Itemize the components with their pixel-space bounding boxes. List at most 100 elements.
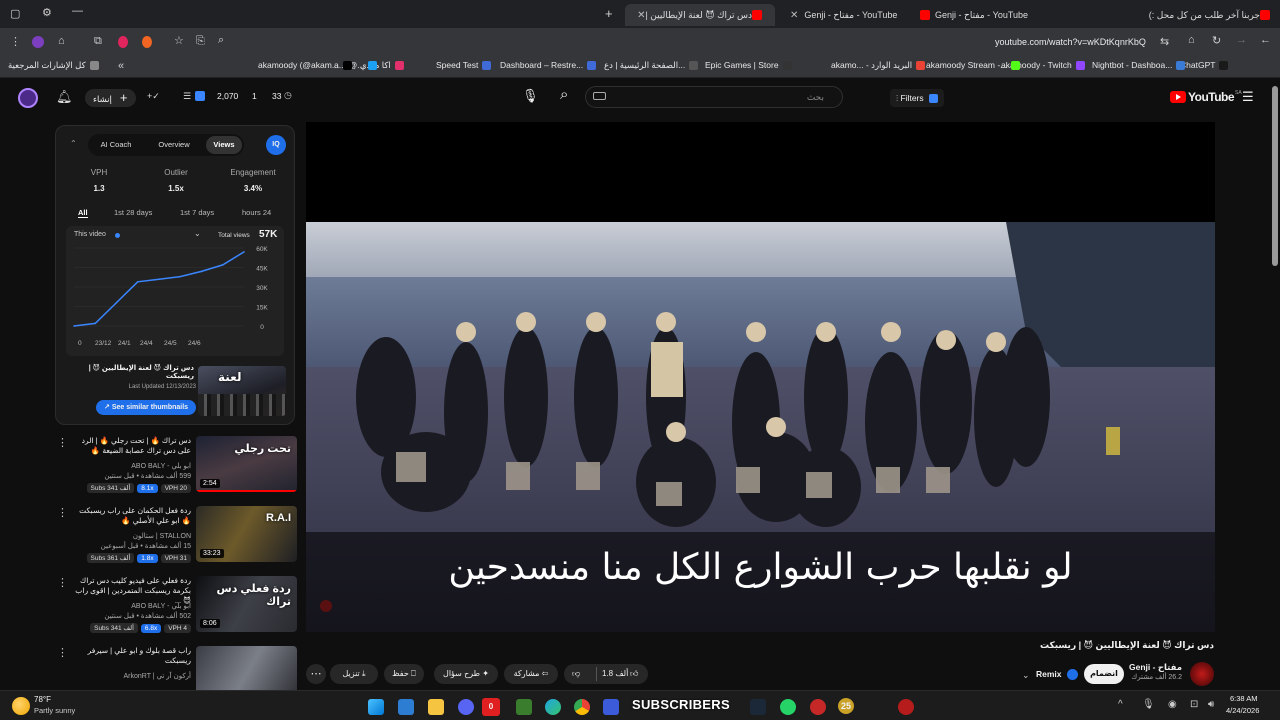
filter-28-days[interactable]: 1st 28 days: [114, 208, 152, 217]
home-icon[interactable]: ⌂: [1188, 34, 1195, 46]
channel-name[interactable]: ArkonRT | أركون آر تي: [71, 672, 192, 680]
menu-icon[interactable]: ☰: [1242, 89, 1254, 105]
window-icon[interactable]: ▢: [10, 7, 20, 20]
channel-name[interactable]: ABO BALY - ابو بلي: [71, 602, 191, 610]
tab-views[interactable]: Views: [206, 136, 242, 154]
clock-time[interactable]: 6:38 AM: [1230, 694, 1258, 703]
filters-button[interactable]: ⫶ Filters: [890, 89, 945, 107]
bookmark-item[interactable]: Epic Games | Store: [705, 60, 792, 70]
youtube-logo[interactable]: YouTube SA: [1170, 90, 1242, 104]
temperature[interactable]: 78°F: [34, 695, 51, 704]
bookmark-item[interactable]: الصفحة الرئيسية | دع...: [604, 60, 699, 71]
app-icon[interactable]: [603, 699, 619, 715]
tab-overview[interactable]: Overview: [146, 136, 202, 154]
video-title[interactable]: ردة فعل الحكمان على راب ريسبكت 🔥 ابو علي…: [71, 506, 191, 526]
minecraft-icon[interactable]: [516, 699, 532, 715]
scrollbar-thumb[interactable]: [1272, 86, 1278, 266]
bookmark-item[interactable]: akamo... - البريد الوارد: [831, 60, 926, 71]
volume-icon[interactable]: 🔊︎: [1208, 699, 1214, 710]
filter-all[interactable]: All: [78, 208, 88, 218]
bookmark-item[interactable]: akamoody (@akam...: [258, 60, 352, 70]
video-thumbnail[interactable]: R.A.I 33:23: [196, 506, 297, 562]
download-button[interactable]: تنزيل ⤓: [330, 664, 378, 684]
dislike-icon[interactable]: 👎︎: [572, 664, 580, 684]
video-thumbnail[interactable]: ردة فعلي دس تراك 8:06: [196, 576, 297, 632]
ask-button[interactable]: طرح سؤال ✦: [434, 664, 498, 684]
channel-name[interactable]: ستالون | STALLON: [71, 532, 191, 540]
create-button[interactable]: إنشاء +: [85, 89, 136, 107]
filter-24-hours[interactable]: hours 24: [242, 208, 271, 217]
video-title[interactable]: راب قصة بلوك و ابو علي | سيرفر ريسبكت: [71, 646, 191, 666]
more-icon[interactable]: ⋮: [57, 646, 68, 659]
notification-badge[interactable]: 25: [838, 698, 855, 714]
tab-current-video[interactable]: دس تراك 😈 لعنة الإيطاليين | ✕: [625, 4, 775, 26]
this-video-label[interactable]: This video: [74, 231, 106, 238]
chevron-up-icon[interactable]: ^: [1118, 699, 1123, 710]
bookmark-item[interactable]: akamoody Stream -...: [926, 60, 1021, 70]
back-icon[interactable]: ←: [1260, 34, 1271, 46]
extension-icon[interactable]: [118, 36, 128, 48]
reload-icon[interactable]: ↻: [1212, 34, 1221, 47]
settings-icon[interactable]: ⚙: [42, 6, 52, 19]
bookmark-item[interactable]: Nightbot - Dashboa...: [1092, 60, 1186, 70]
share-icon[interactable]: ⎘: [196, 35, 205, 48]
save-button[interactable]: حفظ ⎕: [384, 664, 424, 684]
minimize-icon[interactable]: —: [72, 5, 83, 17]
tab-genji-2[interactable]: Genji - مفتاح - YouTube: [920, 4, 1070, 26]
tab-jarrabna[interactable]: جربنا آخر طلب من كل محل :): [1080, 4, 1275, 26]
collapse-icon[interactable]: ⌃: [70, 139, 77, 148]
taskview-icon[interactable]: [398, 699, 414, 715]
red-app-icon[interactable]: 0: [482, 698, 500, 716]
bookmark-item[interactable]: كل الإشارات المرجعية: [8, 60, 99, 71]
avatar[interactable]: [18, 88, 38, 108]
vidiq-icon[interactable]: +✓: [147, 91, 160, 102]
file-explorer-icon[interactable]: [428, 699, 444, 715]
recommendation-item[interactable]: ⋮ ردة فعلي دس تراك 8:06 ردة فعلي على فيديو …: [55, 576, 297, 640]
list-icon[interactable]: ☰: [183, 91, 191, 102]
video-thumbnail[interactable]: تحت رجلي 2:54: [196, 436, 297, 492]
close-icon[interactable]: ✕: [790, 10, 798, 21]
chevron-down-icon[interactable]: ⌄: [1022, 670, 1030, 681]
start-icon[interactable]: [368, 699, 384, 715]
new-tab-icon[interactable]: +: [605, 6, 613, 21]
similar-thumbnails-button[interactable]: ↗ See similar thumbnails: [96, 400, 197, 415]
search-icon[interactable]: ⌕: [218, 34, 224, 47]
extension-icon[interactable]: [32, 36, 44, 48]
channel-name[interactable]: ABO BALY - ابو بلي: [71, 462, 191, 470]
more-actions-icon[interactable]: ⋯: [306, 664, 326, 684]
join-button[interactable]: انضمام: [1084, 664, 1124, 684]
search-input[interactable]: بحث: [585, 86, 843, 108]
more-icon[interactable]: ⋮: [57, 506, 68, 519]
whatsapp-icon[interactable]: [780, 699, 796, 715]
recommendation-item[interactable]: ⋮ R.A.I 33:23 ردة فعل الحكمان على راب ريسبك…: [55, 506, 297, 570]
extension-icon[interactable]: ⧉: [94, 35, 102, 48]
bookmark-star-icon[interactable]: ☆: [174, 34, 184, 47]
bookmarks-overflow-icon[interactable]: «: [118, 60, 124, 72]
mic-icon[interactable]: 🎙︎: [522, 88, 539, 104]
bookmark-item[interactable]: Dashboard – Restre...: [500, 60, 597, 70]
app-icon[interactable]: [898, 699, 914, 715]
share-button[interactable]: مشاركة ⇦: [504, 664, 558, 684]
like-icon[interactable]: 👍︎: [630, 664, 638, 684]
like-count[interactable]: 1.8 ألف: [602, 664, 628, 684]
search-icon[interactable]: ⌕: [560, 86, 568, 103]
clock-date[interactable]: 4/24/2026: [1226, 706, 1259, 715]
channel-avatar[interactable]: [1190, 662, 1214, 686]
page-scrollbar[interactable]: [1272, 86, 1278, 686]
filter-7-days[interactable]: 1st 7 days: [180, 208, 214, 217]
steam-icon[interactable]: [750, 699, 766, 715]
url-field[interactable]: youtube.com/watch?v=wKDtKqnrKbQ: [995, 37, 1146, 47]
keyboard-icon[interactable]: [593, 92, 606, 100]
menu-dots-icon[interactable]: ⋮: [10, 35, 21, 48]
edge-icon[interactable]: [545, 699, 561, 715]
extension-icon[interactable]: ⌂: [58, 35, 65, 47]
app-icon[interactable]: [810, 699, 826, 715]
discord-icon[interactable]: [458, 699, 474, 715]
forward-icon[interactable]: →: [1236, 34, 1247, 46]
more-icon[interactable]: ⋮: [57, 576, 68, 589]
location-icon[interactable]: ◉: [1168, 699, 1177, 710]
bookmark-item[interactable]: Speed Test: [436, 60, 492, 70]
close-icon[interactable]: ✕: [637, 10, 645, 21]
recommendation-item[interactable]: ⋮ تحت رجلي 2:54 دس تراك 🔥 | تحت رجلي 🔥 | ال…: [55, 436, 297, 500]
more-icon[interactable]: ⋮: [57, 436, 68, 449]
